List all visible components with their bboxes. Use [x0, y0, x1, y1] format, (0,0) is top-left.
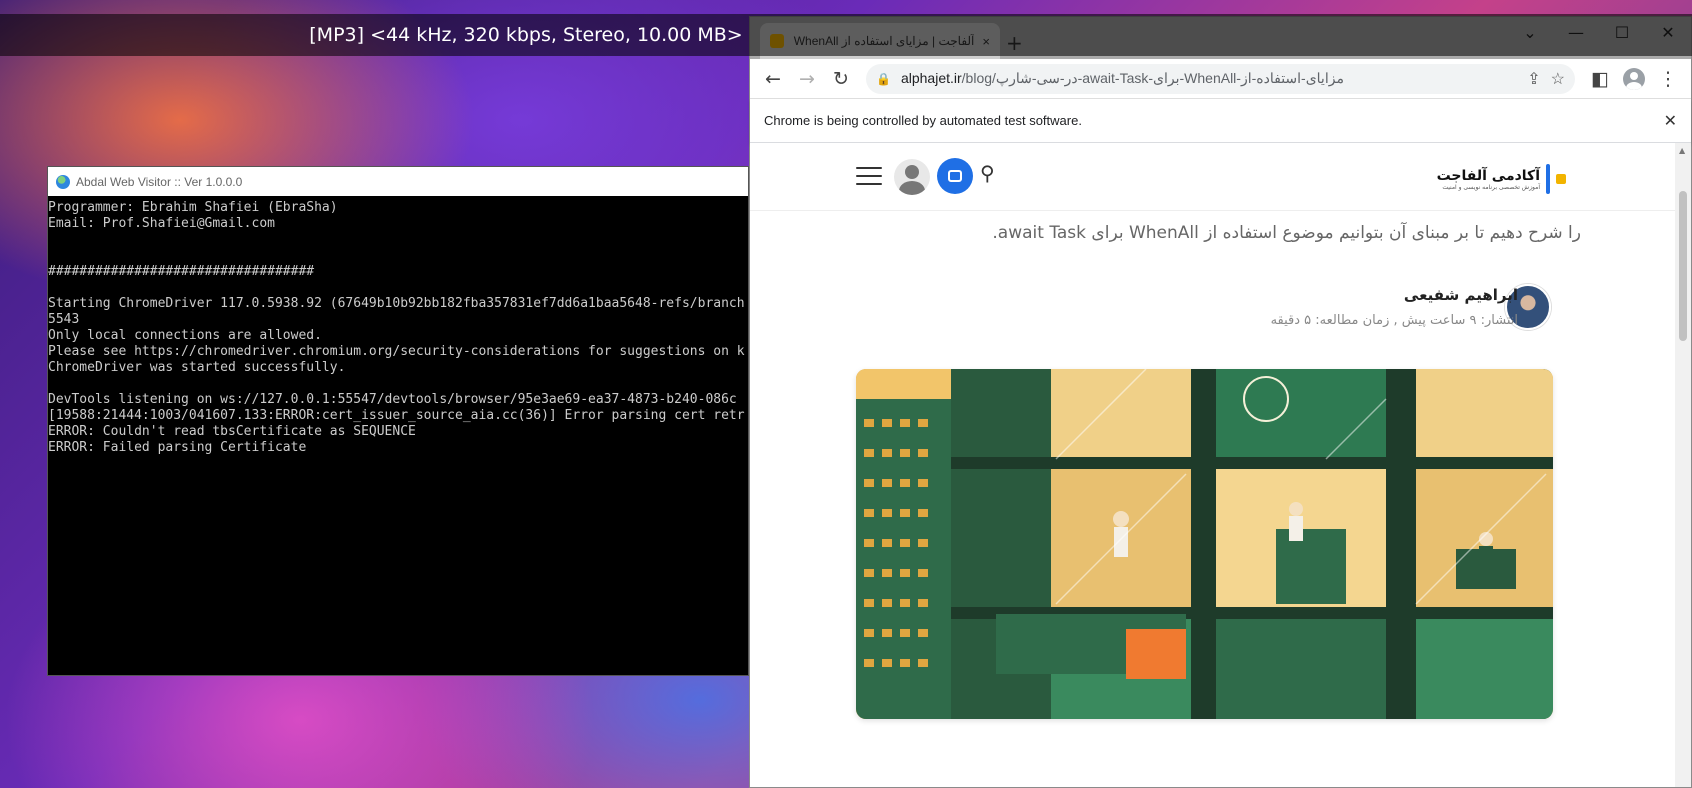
infobar-close-button[interactable]: ✕	[1664, 111, 1677, 131]
reload-button[interactable]: ↻	[826, 64, 856, 94]
profile-button[interactable]	[1619, 64, 1649, 94]
bookmark-star-icon[interactable]: ☆	[1551, 69, 1565, 89]
page-viewport[interactable]: ⚲ آکادمی آلفاجت آموزش تخصصی برنامه نویسی…	[750, 143, 1691, 787]
favicon-icon	[770, 34, 784, 48]
article-intro-text: را شرح دهیم تا بر مبنای آن بتوانیم موضوع…	[992, 223, 1581, 243]
url-text[interactable]: alphajet.ir/blog/در-سی-شارپ-await-Task-ب…	[901, 70, 1517, 87]
console-line: Programmer: Ebrahim Shafiei (EbraSha)	[48, 200, 338, 215]
address-bar[interactable]: 🔒 alphajet.ir/blog/در-سی-شارپ-await-Task…	[866, 63, 1575, 94]
console-line: DevTools listening on ws://127.0.0.1:555…	[48, 392, 737, 407]
close-window-button[interactable]: ✕	[1645, 17, 1691, 47]
article-meta: انتشار: ۹ ساعت پیش , زمان مطالعه: ۵ دقیق…	[1270, 313, 1518, 328]
console-line: Email: Prof.Shafiei@Gmail.com	[48, 216, 275, 231]
media-info-text: [MP3] <44 kHz, 320 kbps, Stereo, 10.00 M…	[309, 24, 743, 46]
console-line: ##################################	[48, 264, 315, 279]
console-line: ChromeDriver was started successfully.	[48, 360, 346, 375]
url-path: /blog/در-سی-شارپ-await-Task-برای-WhenAll…	[961, 70, 1344, 86]
chrome-menu-button[interactable]: ⋮	[1653, 64, 1683, 94]
search-icon[interactable]: ⚲	[980, 161, 995, 185]
article-hero-image	[856, 369, 1553, 719]
share-icon[interactable]: ⇪	[1527, 69, 1540, 89]
author-name[interactable]: ابراهیم شفیعی	[1404, 286, 1518, 304]
profile-avatar-icon	[1623, 67, 1645, 90]
console-line: [19588:21444:1003/041607.133:ERROR:cert_…	[48, 408, 745, 423]
console-title: Abdal Web Visitor :: Ver 1.0.0.0	[76, 174, 243, 189]
logo-title: آکادمی آلفاجت	[1436, 167, 1540, 184]
console-line: 5543	[48, 312, 80, 327]
minimize-button[interactable]: —	[1553, 17, 1599, 47]
tab-close-icon[interactable]: ×	[982, 34, 990, 49]
browser-tab[interactable]: آلفاجت | مزایای استفاده از WhenAll ×	[760, 23, 1000, 59]
chrome-window: آلفاجت | مزایای استفاده از WhenAll × + ⌄…	[749, 16, 1692, 788]
cart-icon	[948, 170, 962, 182]
site-header: ⚲ آکادمی آلفاجت آموزش تخصصی برنامه نویسی…	[750, 143, 1675, 211]
tab-search-button[interactable]: ⌄	[1507, 17, 1553, 47]
console-line: ERROR: Couldn't read tbsCertificate as S…	[48, 424, 416, 439]
console-line: Starting ChromeDriver 117.0.5938.92 (676…	[48, 296, 745, 311]
tab-title: آلفاجت | مزایای استفاده از WhenAll	[793, 34, 975, 48]
scroll-up-arrow-icon[interactable]: ▲	[1679, 146, 1685, 155]
cart-button[interactable]	[937, 158, 973, 194]
logo-text: آکادمی آلفاجت آموزش تخصصی برنامه نویسی و…	[1437, 168, 1540, 191]
lock-icon[interactable]: 🔒	[876, 72, 891, 86]
logo-subtitle: آموزش تخصصی برنامه نویسی و امنیت	[1442, 183, 1540, 191]
console-window[interactable]: Abdal Web Visitor :: Ver 1.0.0.0 Program…	[47, 166, 749, 676]
console-output: Programmer: Ebrahim Shafiei (EbraSha) Ema…	[48, 196, 748, 676]
automation-infobar: Chrome is being controlled by automated …	[750, 99, 1691, 143]
new-tab-button[interactable]: +	[1006, 31, 1023, 55]
hero-illustration	[856, 369, 1553, 719]
window-controls: ⌄ — ☐ ✕	[1507, 17, 1691, 49]
globe-icon	[56, 174, 70, 189]
maximize-button[interactable]: ☐	[1599, 17, 1645, 47]
url-domain: alphajet.ir	[900, 70, 962, 86]
forward-button[interactable]: →	[792, 64, 822, 94]
tab-strip: آلفاجت | مزایای استفاده از WhenAll × + ⌄…	[750, 17, 1691, 59]
user-account-icon[interactable]	[894, 159, 930, 195]
page-scrollbar[interactable]: ▲	[1675, 143, 1691, 787]
console-line: ERROR: Failed parsing Certificate	[48, 440, 307, 455]
console-titlebar[interactable]: Abdal Web Visitor :: Ver 1.0.0.0	[48, 167, 748, 196]
console-line: Only local connections are allowed.	[48, 328, 322, 343]
logo-mark-icon	[1546, 164, 1566, 194]
site-logo[interactable]: آکادمی آلفاجت آموزش تخصصی برنامه نویسی و…	[1437, 159, 1566, 199]
scrollbar-thumb[interactable]	[1679, 191, 1687, 341]
infobar-message: Chrome is being controlled by automated …	[764, 113, 1082, 128]
hamburger-menu-icon[interactable]	[856, 167, 882, 185]
browser-toolbar: ← → ↻ 🔒 alphajet.ir/blog/در-سی-شارپ-awai…	[750, 59, 1691, 99]
side-panel-icon[interactable]: ◧	[1585, 64, 1615, 94]
back-button[interactable]: ←	[758, 64, 788, 94]
console-line: Please see https://chromedriver.chromium…	[48, 344, 745, 359]
